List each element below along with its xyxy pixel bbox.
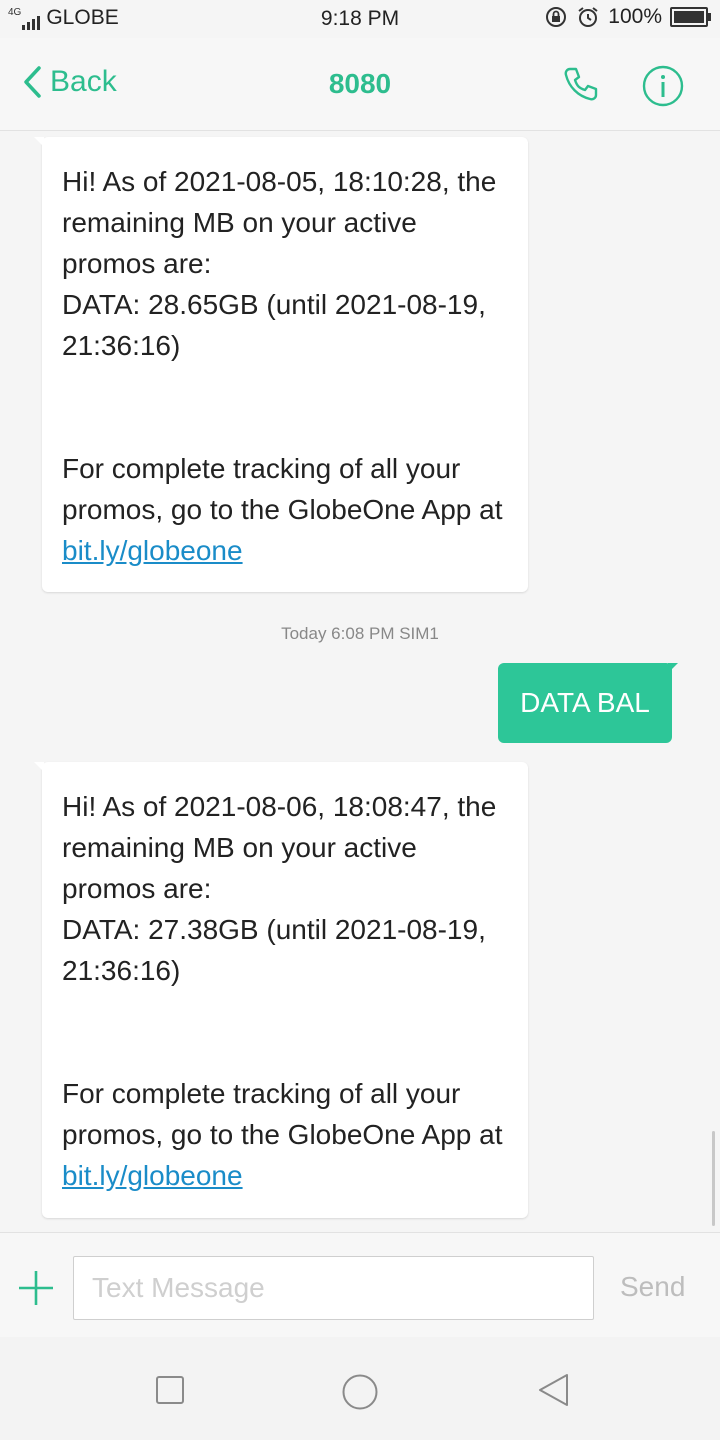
chevron-left-icon: [24, 66, 41, 98]
phone-icon: [564, 67, 598, 101]
call-button[interactable]: [561, 64, 601, 109]
alarm-icon: [578, 7, 598, 27]
back-nav-button[interactable]: [537, 1372, 571, 1413]
status-right: 100%: [544, 5, 711, 29]
info-icon: [642, 65, 684, 107]
back-button[interactable]: Back: [22, 65, 117, 99]
message-text: Hi! As of 2021-08-05, 18:10:28, the rema…: [62, 166, 503, 525]
battery-percent: 100%: [608, 5, 662, 28]
message-text: Hi! As of 2021-08-06, 18:08:47, the rema…: [62, 791, 503, 1150]
home-button[interactable]: [341, 1373, 379, 1416]
attach-button[interactable]: [17, 1269, 55, 1312]
recents-button[interactable]: [155, 1375, 185, 1410]
message-timestamp: Today 6:08 PM SIM1: [281, 624, 439, 643]
incoming-message[interactable]: Hi! As of 2021-08-05, 18:10:28, the rema…: [34, 137, 528, 592]
battery-icon: [670, 7, 711, 27]
info-button[interactable]: [641, 64, 685, 113]
message-text: DATA BAL: [520, 687, 650, 718]
back-label: Back: [50, 65, 117, 98]
square-icon: [156, 1376, 184, 1404]
outgoing-message[interactable]: DATA BAL: [498, 663, 678, 743]
status-bar: 4G GLOBE 9:18 PM 100%: [0, 0, 720, 38]
scrollbar[interactable]: [712, 1131, 715, 1226]
triangle-icon: [539, 1374, 568, 1406]
incoming-message[interactable]: Hi! As of 2021-08-06, 18:08:47, the rema…: [34, 762, 528, 1218]
battery-fill: [674, 11, 704, 23]
conversation-header: Back 8080: [0, 38, 720, 131]
message-link[interactable]: bit.ly/globeone: [62, 535, 243, 566]
system-nav-bar: [0, 1337, 720, 1440]
composer: Send: [0, 1232, 720, 1338]
rotation-lock-icon: [546, 7, 567, 27]
plus-icon: [19, 1271, 53, 1305]
message-thread[interactable]: Hi! As of 2021-08-05, 18:10:28, the rema…: [0, 131, 720, 1232]
circle-icon: [342, 1374, 378, 1410]
message-link[interactable]: bit.ly/globeone: [62, 1160, 243, 1191]
message-input[interactable]: [73, 1256, 594, 1320]
send-button[interactable]: Send: [620, 1271, 685, 1303]
